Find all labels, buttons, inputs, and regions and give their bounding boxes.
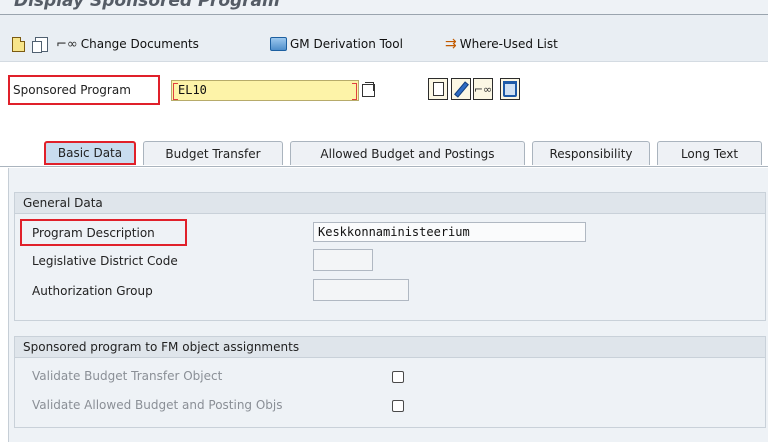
value-help-icon[interactable] [362, 82, 375, 97]
application-toolbar: ⌐∞ Change Documents GM Derivation Tool ⇉… [0, 15, 768, 62]
tab-basic-data[interactable]: Basic Data [44, 141, 136, 165]
validate-allowed-budget-checkbox[interactable] [392, 400, 404, 412]
sponsored-program-label: Sponsored Program [8, 75, 160, 105]
authorization-group-input[interactable] [313, 279, 409, 301]
where-used-list-button[interactable]: ⇉ Where-Used List [445, 35, 558, 53]
gm-derivation-tool-button[interactable]: GM Derivation Tool [270, 35, 403, 53]
validate-budget-transfer-label: Validate Budget Transfer Object [32, 369, 223, 383]
glasses-icon: ⌐∞ [56, 36, 78, 52]
general-data-heading: General Data [15, 193, 765, 214]
change-documents-label: Change Documents [80, 37, 199, 51]
create-button[interactable] [428, 78, 448, 100]
where-used-icon: ⇉ [445, 36, 457, 52]
copy-program-button[interactable] [32, 35, 48, 53]
derivation-icon [270, 37, 287, 51]
gm-derivation-label: GM Derivation Tool [290, 37, 403, 51]
change-documents-button[interactable]: ⌐∞ Change Documents [56, 35, 199, 53]
tab-baseline [0, 166, 768, 167]
tab-budget-transfer[interactable]: Budget Transfer [143, 141, 283, 165]
program-description-label: Program Description [20, 219, 187, 246]
display-glasses-icon[interactable]: ⌐∞ [473, 78, 493, 100]
fm-assignments-heading: Sponsored program to FM object assignmen… [15, 337, 765, 358]
glasses-icon: ⌐∞ [473, 82, 493, 96]
edit-pencil-icon[interactable] [451, 78, 471, 100]
delete-trash-icon[interactable] [500, 78, 520, 100]
where-used-label: Where-Used List [459, 37, 558, 51]
authorization-group-label: Authorization Group [32, 284, 153, 298]
tab-long-text[interactable]: Long Text [657, 141, 762, 165]
program-description-label-text: Program Description [32, 225, 155, 240]
tab-strip: Basic Data Budget Transfer Allowed Budge… [0, 134, 768, 166]
validate-budget-transfer-checkbox[interactable] [392, 371, 404, 383]
document-icon [12, 36, 25, 52]
sponsored-program-label-text: Sponsored Program [13, 83, 131, 97]
tab-allowed-budget-and-postings[interactable]: Allowed Budget and Postings [290, 141, 525, 165]
program-description-input[interactable]: Keskkonnaministeerium [313, 222, 586, 242]
sponsored-program-input[interactable]: EL10 [171, 80, 359, 101]
copy-icon [32, 36, 48, 53]
other-program-button[interactable] [12, 35, 25, 53]
validate-allowed-budget-label: Validate Allowed Budget and Posting Objs [32, 398, 283, 412]
window-title: Display Sponsored Program [14, 0, 280, 11]
main-content: Sponsored Program EL10 ⌐∞ Basic Data Bud… [0, 62, 768, 442]
title-bar: Display Sponsored Program [0, 0, 768, 15]
legislative-district-label: Legislative District Code [32, 254, 178, 268]
tab-responsibility[interactable]: Responsibility [532, 141, 650, 165]
legislative-district-input[interactable] [313, 249, 373, 271]
